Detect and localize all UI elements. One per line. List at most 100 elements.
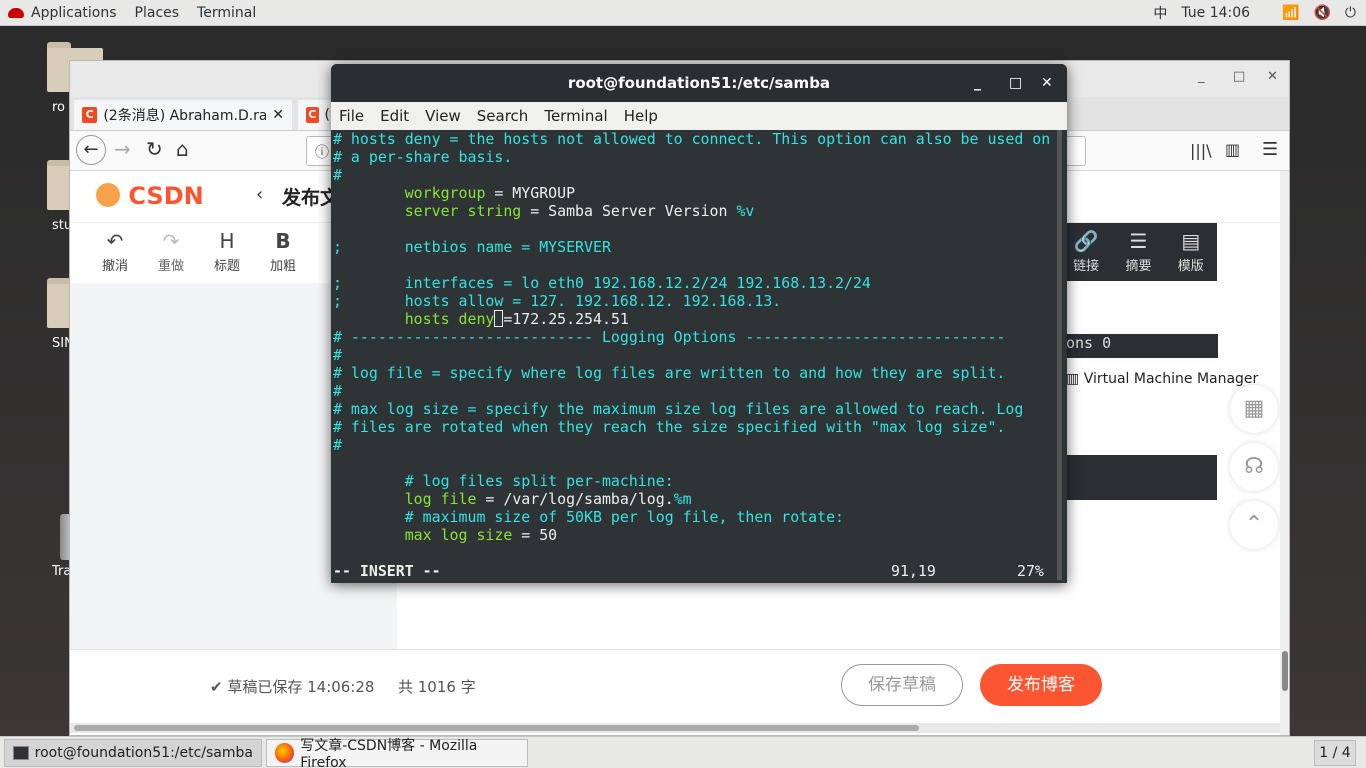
tool-label: 加粗	[269, 259, 296, 274]
library-icon[interactable]: |||\	[1190, 141, 1212, 160]
maximize-icon[interactable]: □	[1009, 64, 1022, 102]
taskbar-item-firefox[interactable]: 写文章-CSDN博客 - Mozilla Firefox	[266, 738, 528, 768]
config-key: log file	[333, 490, 477, 508]
summary-button[interactable]: ☰ 摘要	[1118, 229, 1158, 281]
forward-button-icon[interactable]: →	[114, 137, 131, 161]
terminal-line: # log files split per-machine:	[333, 472, 674, 490]
terminal-line: # files are rotated when they reach the …	[333, 418, 1006, 436]
terminal-line: ; interfaces = lo eth0 192.168.12.2/24 1…	[333, 274, 871, 292]
terminal-menubar: File Edit View Search Terminal Help	[331, 102, 1067, 130]
menu-edit[interactable]: Edit	[380, 107, 409, 125]
vmm-icon: ▥	[1066, 371, 1084, 387]
vmm-title: ▥ Virtual Machine Manager	[1066, 371, 1258, 387]
back-to-top-icon[interactable]: ⌃	[1230, 501, 1278, 549]
close-icon[interactable]: ✕	[1041, 64, 1053, 102]
menu-view[interactable]: View	[425, 107, 461, 125]
bold-icon: B	[275, 229, 291, 253]
maximize-icon[interactable]: □	[1233, 69, 1245, 84]
headset-icon[interactable]: ☊	[1230, 443, 1278, 491]
undo-icon: ↶	[106, 229, 124, 253]
qrcode-icon[interactable]: ▦	[1230, 385, 1278, 433]
link-button[interactable]: 🔗 链接	[1066, 229, 1106, 281]
wifi-icon[interactable]: 📶	[1282, 5, 1299, 21]
save-status: ✔ 草稿已保存 14:06:28	[210, 676, 374, 697]
back-button-icon[interactable]: ←	[76, 135, 106, 165]
terminal-line: # maximum size of 50KB per log file, the…	[333, 508, 845, 526]
home-icon[interactable]: ⌂	[176, 137, 189, 161]
hamburger-menu-icon[interactable]: ☰	[1262, 139, 1278, 160]
terminal-line: # a per-share basis.	[333, 148, 513, 166]
menu-terminal[interactable]: Terminal	[544, 107, 607, 125]
tool-label: 标题	[213, 259, 240, 274]
close-tab-icon[interactable]: ✕	[272, 107, 284, 123]
menu-help[interactable]: Help	[624, 107, 658, 125]
terminal-line: max log size = 50	[333, 526, 1057, 544]
redhat-icon	[8, 7, 24, 18]
link-icon: 🔗	[1073, 229, 1099, 253]
heading-button[interactable]: H 标题	[212, 229, 242, 281]
terminal-icon	[13, 746, 29, 760]
minimize-icon[interactable]: _	[974, 64, 981, 102]
tool-label: 摘要	[1125, 259, 1152, 274]
taskbar: root@foundation51:/etc/samba 写文章-CSDN博客 …	[0, 736, 1366, 768]
taskbar-item-terminal[interactable]: root@foundation51:/etc/samba	[4, 739, 262, 767]
taskbar-item-label: root@foundation51:/etc/samba	[34, 745, 253, 761]
terminal-line: # max log size = specify the maximum siz…	[333, 400, 1024, 418]
template-button[interactable]: ▤ 模版	[1171, 229, 1211, 281]
format-token: %v	[736, 202, 755, 220]
terminal-line: #	[333, 346, 342, 364]
terminal-window: root@foundation51:/etc/samba _ □ ✕ File …	[331, 64, 1067, 583]
terminal-line: # log file = specify where log files are…	[333, 364, 1006, 382]
publish-button[interactable]: 发布博客	[980, 664, 1102, 706]
menu-file[interactable]: File	[339, 107, 364, 125]
save-draft-button[interactable]: 保存草稿	[841, 664, 963, 706]
terminal-text-area[interactable]: # hosts deny = the hosts not allowed to …	[331, 130, 1057, 583]
scrollbar-thumb[interactable]	[74, 725, 919, 731]
close-icon[interactable]: ✕	[1267, 69, 1278, 84]
redo-button[interactable]: ↷ 重做	[156, 229, 186, 281]
sidebar-icon[interactable]: ▥	[1225, 140, 1240, 159]
csdn-logo[interactable]: CSDN	[96, 182, 204, 210]
power-icon[interactable]: ⏻	[1345, 5, 1356, 21]
config-value: =172.25.254.51	[503, 310, 629, 328]
terminal-line: log file = /var/log/samba/log.%m	[333, 490, 1057, 508]
undo-button[interactable]: ↶ 撤消	[100, 229, 130, 281]
tab-title: (	[324, 107, 330, 123]
top-bar: Applications Places Terminal 中 Tue 14:06…	[0, 0, 1366, 26]
terminal-line: ; netbios name = MYSERVER	[333, 238, 611, 256]
horizontal-scrollbar[interactable]	[70, 723, 1280, 733]
vertical-scrollbar[interactable]	[1280, 171, 1289, 735]
volume-muted-icon[interactable]: 🔇	[1313, 5, 1330, 21]
input-method-indicator[interactable]: 中	[1153, 3, 1167, 23]
scrollbar-thumb[interactable]	[1282, 651, 1288, 691]
site-info-icon[interactable]: ⓘ	[315, 142, 329, 162]
csdn-mascot-icon	[96, 183, 120, 207]
minimize-icon[interactable]: _	[1198, 69, 1205, 84]
terminal-scrollbar[interactable]	[1057, 130, 1062, 580]
browser-tab[interactable]: C (2条消息) Abraham.D.rac ✕	[74, 100, 292, 130]
format-token: %m	[673, 490, 692, 508]
preview-code-block	[1065, 455, 1217, 500]
terminal-line: # hosts deny = the hosts not allowed to …	[333, 130, 1051, 148]
terminal-line: # --------------------------- Logging Op…	[333, 328, 1006, 346]
bold-button[interactable]: B 加粗	[268, 229, 298, 281]
places-menu[interactable]: Places	[131, 5, 194, 21]
terminal-app-menu[interactable]: Terminal	[193, 5, 270, 21]
template-icon: ▤	[1181, 229, 1201, 253]
menu-search[interactable]: Search	[477, 107, 529, 125]
vmm-label: Virtual Machine Manager	[1083, 371, 1259, 387]
csdn-favicon-icon: C	[306, 107, 319, 123]
scroll-percent: 27%	[1017, 562, 1044, 580]
clock[interactable]: Tue 14:06	[1181, 5, 1250, 21]
terminal-line: server string = Samba Server Version %v	[333, 202, 1057, 220]
reload-icon[interactable]: ↻	[146, 137, 163, 161]
workspace-pager[interactable]: 1 / 4	[1314, 740, 1356, 766]
config-key: server string	[333, 202, 522, 220]
applications-menu[interactable]: Applications	[31, 5, 131, 21]
tool-label: 撤消	[101, 259, 128, 274]
config-value: = /var/log/samba/log.	[476, 490, 674, 508]
csdn-favicon-icon: C	[82, 107, 98, 123]
back-chevron-icon[interactable]: ‹	[256, 184, 263, 205]
terminal-titlebar: root@foundation51:/etc/samba _ □ ✕	[331, 64, 1067, 102]
